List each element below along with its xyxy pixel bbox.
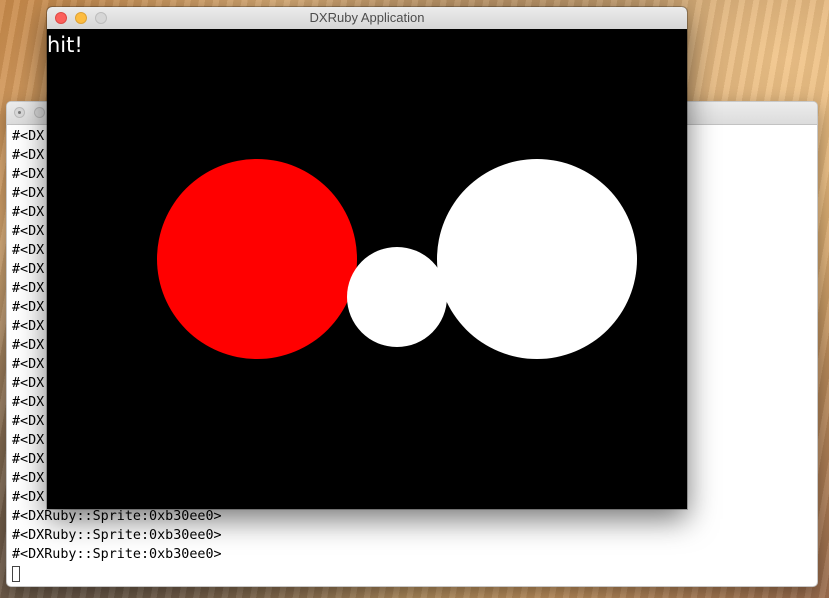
sprite-scene [157, 159, 637, 359]
terminal-minimize-button[interactable] [34, 107, 45, 118]
zoom-button[interactable] [95, 12, 107, 24]
app-titlebar[interactable]: DXRuby Application [47, 7, 687, 30]
minimize-button[interactable] [75, 12, 87, 24]
terminal-close-button[interactable] [14, 107, 25, 118]
window-title: DXRuby Application [309, 10, 425, 25]
terminal-visible-lines: #<DXRuby::Sprite:0xb30ee0>#<DXRuby::Spri… [12, 507, 817, 564]
red-circle-sprite [157, 159, 357, 359]
large-white-circle-sprite [437, 159, 637, 359]
dxruby-app-window[interactable]: DXRuby Application hit! [47, 7, 687, 509]
hit-label: hit! [47, 33, 83, 57]
dot-icon [18, 111, 21, 114]
terminal-line: #<DXRuby::Sprite:0xb30ee0> [12, 547, 222, 562]
terminal-cursor [12, 566, 20, 582]
small-white-circle-sprite [347, 247, 447, 347]
close-button[interactable] [55, 12, 67, 24]
terminal-line: #<DXRuby::Sprite:0xb30ee0> [12, 528, 222, 543]
terminal-line: #<DXRuby::Sprite:0xb30ee0> [12, 509, 222, 524]
game-canvas[interactable]: hit! [47, 29, 687, 509]
